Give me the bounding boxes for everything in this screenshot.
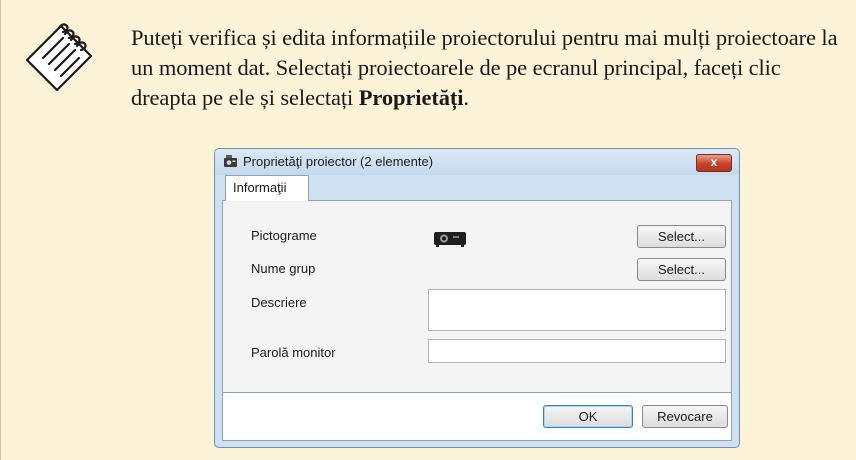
- note-text-end: .: [463, 85, 469, 110]
- note-icon: [25, 23, 93, 92]
- icon-label: Pictograme: [251, 228, 317, 243]
- note-text-main: Puteți verifica și edita informațiile pr…: [131, 25, 838, 110]
- cancel-button[interactable]: Revocare: [642, 405, 728, 428]
- tab-body: Pictograme Select... Nume grup Select...…: [222, 200, 732, 393]
- dialog-title: Proprietăţi proiector (2 elemente): [243, 154, 434, 169]
- projector-properties-icon: [224, 155, 237, 167]
- projector-icon: [434, 232, 466, 247]
- properties-dialog: Proprietăţi proiector (2 elemente) x Inf…: [214, 148, 740, 448]
- description-label: Descriere: [251, 295, 307, 310]
- close-button[interactable]: x: [696, 154, 732, 172]
- description-field[interactable]: [428, 289, 726, 331]
- dialog-titlebar[interactable]: Proprietăţi proiector (2 elemente) x: [215, 149, 739, 175]
- password-field[interactable]: [428, 339, 726, 363]
- close-icon: x: [710, 155, 718, 169]
- group-label: Nume grup: [251, 261, 316, 276]
- password-label: Parolă monitor: [251, 345, 336, 360]
- ok-button[interactable]: OK: [543, 405, 633, 428]
- note-panel: Puteți verifica și edita informațiile pr…: [0, 0, 856, 460]
- note-text: Puteți verifica și edita informațiile pr…: [131, 23, 851, 113]
- tab-informatii[interactable]: Informaţii: [225, 175, 309, 201]
- note-text-bold: Proprietăți: [358, 85, 464, 110]
- dialog-footer: OK Revocare: [222, 393, 732, 441]
- group-select-button[interactable]: Select...: [637, 258, 726, 281]
- icon-select-button[interactable]: Select...: [637, 225, 726, 248]
